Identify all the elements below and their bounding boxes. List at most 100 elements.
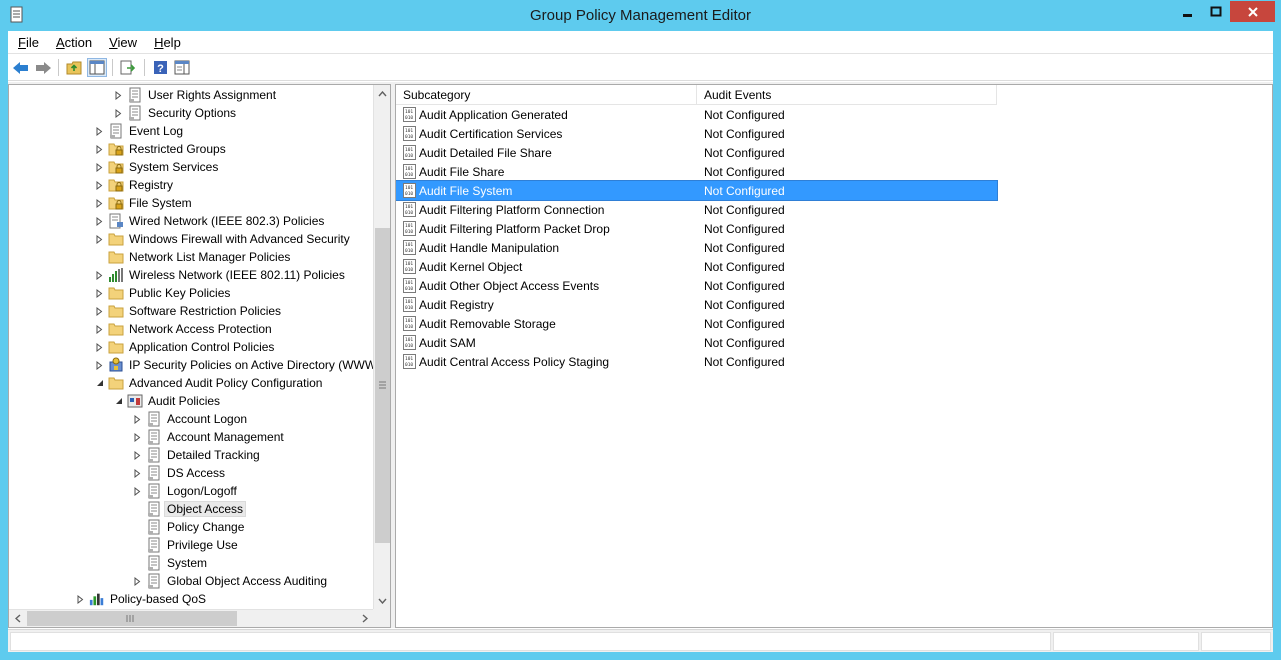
expand-chevron-icon[interactable] [132,414,143,425]
minimize-button[interactable] [1174,1,1201,22]
tree-node[interactable]: Logon/Logoff [132,482,239,500]
menu-item[interactable]: File [8,35,46,50]
menu-item[interactable]: Help [144,35,188,50]
scroll-up-arrow[interactable] [374,85,390,102]
scroll-left-arrow[interactable] [9,610,26,627]
close-button[interactable] [1230,1,1275,22]
list-item[interactable]: 101 010 Audit Removable Storage Not Configu… [396,314,997,333]
show-hide-console-tree-button[interactable] [87,58,107,77]
tree-node[interactable]: System Services [94,158,220,176]
expand-chevron-icon[interactable] [113,108,124,119]
tree-node[interactable]: Software Restriction Policies [94,302,283,320]
tree-node[interactable]: Restricted Groups [94,140,228,158]
tree-node[interactable]: System [132,554,209,572]
tree-node[interactable]: Security Options [113,104,238,122]
tree-node[interactable]: User Rights Assignment [113,86,278,104]
audit-events-cell: Not Configured [704,126,785,141]
tree-node[interactable]: Policy Change [132,518,246,536]
list-item[interactable]: 101 010 Audit Application Generated Not Con… [396,105,997,124]
tree-node[interactable]: Wireless Network (IEEE 802.11) Policies [94,266,347,284]
expand-chevron-icon[interactable] [132,576,143,587]
scroll-right-arrow[interactable] [356,610,373,627]
list-item[interactable]: 101 010 Audit Kernel Object Not Configured [396,257,997,276]
list-item[interactable]: 101 010 Audit Registry Not Configured [396,295,997,314]
back-button[interactable] [11,58,31,77]
expand-chevron-icon[interactable] [94,180,105,191]
expand-chevron-icon[interactable] [94,126,105,137]
expand-chevron-icon[interactable] [94,342,105,353]
expand-chevron-icon[interactable] [94,306,105,317]
expand-chevron-icon[interactable] [132,468,143,479]
collapse-chevron-icon[interactable] [94,378,105,389]
tree-node[interactable]: Windows Firewall with Advanced Security [94,230,352,248]
title-bar[interactable]: Group Policy Management Editor [0,0,1281,30]
list-item[interactable]: 101 010 Audit SAM Not Configured [396,333,997,352]
tree-horizontal-scrollbar[interactable] [9,609,373,627]
tree-node[interactable]: File System [94,194,194,212]
expand-chevron-icon[interactable] [94,216,105,227]
tree-vertical-scrollbar[interactable] [373,85,390,609]
column-header-audit-events[interactable]: Audit Events [697,85,997,105]
expand-chevron-icon[interactable] [94,162,105,173]
expand-chevron-icon[interactable] [94,270,105,281]
policy-icon [146,447,162,463]
tree-node[interactable]: Account Logon [132,410,249,428]
list-item[interactable]: 101 010 Audit Detailed File Share Not Confi… [396,143,997,162]
tree-node-label: Policy Change [167,520,245,534]
expand-chevron-icon[interactable] [132,486,143,497]
list-item[interactable]: 101 010 Audit Handle Manipulation Not Confi… [396,238,997,257]
tree-node[interactable]: Network List Manager Policies [94,248,292,266]
expand-chevron-icon[interactable] [94,198,105,209]
list-item[interactable]: 101 010 Audit Filtering Platform Connectio… [396,200,997,219]
expand-chevron-icon[interactable] [94,288,105,299]
expand-chevron-icon[interactable] [132,432,143,443]
tree-node[interactable]: Account Management [132,428,286,446]
policy-icon [146,483,162,499]
column-header-subcategory[interactable]: Subcategory [396,85,697,105]
expand-chevron-icon[interactable] [75,594,86,605]
maximize-button[interactable] [1202,1,1229,22]
expand-chevron-icon[interactable] [94,324,105,335]
tree-node[interactable]: Detailed Tracking [132,446,262,464]
tree-node-label: Object Access [163,501,247,517]
tree-node[interactable]: Global Object Access Auditing [132,572,329,590]
tree-node[interactable]: Privilege Use [132,536,240,554]
expand-chevron-icon[interactable] [132,450,143,461]
expand-chevron-icon[interactable] [94,144,105,155]
list-item[interactable]: 101 010 Audit Filtering Platform Packet Dr… [396,219,997,238]
tree-node[interactable]: Public Key Policies [94,284,232,302]
menu-item[interactable]: View [99,35,144,50]
scroll-down-arrow[interactable] [374,592,390,609]
up-one-level-button[interactable] [64,58,84,77]
list-item[interactable]: 101 010 Audit Other Object Access Events No… [396,276,997,295]
tree-node[interactable]: Wired Network (IEEE 802.3) Policies [94,212,326,230]
expand-chevron-icon[interactable] [113,90,124,101]
expand-chevron-icon[interactable] [94,234,105,245]
subcategory-cell: 101 010 Audit Central Access Policy Stagin… [403,352,609,371]
audit-binary-icon: 101 010 [403,240,416,255]
show-action-pane-button[interactable] [172,58,192,77]
list-item[interactable]: 101 010 Audit Certification Services Not Co… [396,124,997,143]
tree-node[interactable]: Application Control Policies [94,338,276,356]
export-list-button[interactable] [118,58,138,77]
tree-node[interactable]: Event Log [94,122,185,140]
tree-node[interactable]: Object Access [132,500,247,518]
forward-button[interactable] [33,58,53,77]
tree-node[interactable]: Advanced Audit Policy Configuration [94,374,324,392]
collapse-chevron-icon[interactable] [113,396,124,407]
expand-chevron-icon[interactable] [94,360,105,371]
tree-node[interactable]: IP Security Policies on Active Directory… [94,356,373,374]
tree-node[interactable]: Network Access Protection [94,320,274,338]
tree-node[interactable]: Policy-based QoS [75,590,208,608]
policy-icon [146,465,162,481]
scroll-thumb-vertical[interactable] [375,228,390,543]
tree-node[interactable]: Audit Policies [113,392,222,410]
list-item[interactable]: 101 010 Audit File Share Not Configured [396,162,997,181]
menu-item[interactable]: Action [46,35,99,50]
list-item[interactable]: 101 010 Audit Central Access Policy Stagin… [396,352,997,371]
help-button[interactable]: ? [150,58,170,77]
tree-node[interactable]: DS Access [132,464,227,482]
tree-node[interactable]: Registry [94,176,175,194]
scroll-thumb-horizontal[interactable] [27,611,237,626]
list-item[interactable]: 101 010 Audit File System Not Configured [396,180,998,201]
